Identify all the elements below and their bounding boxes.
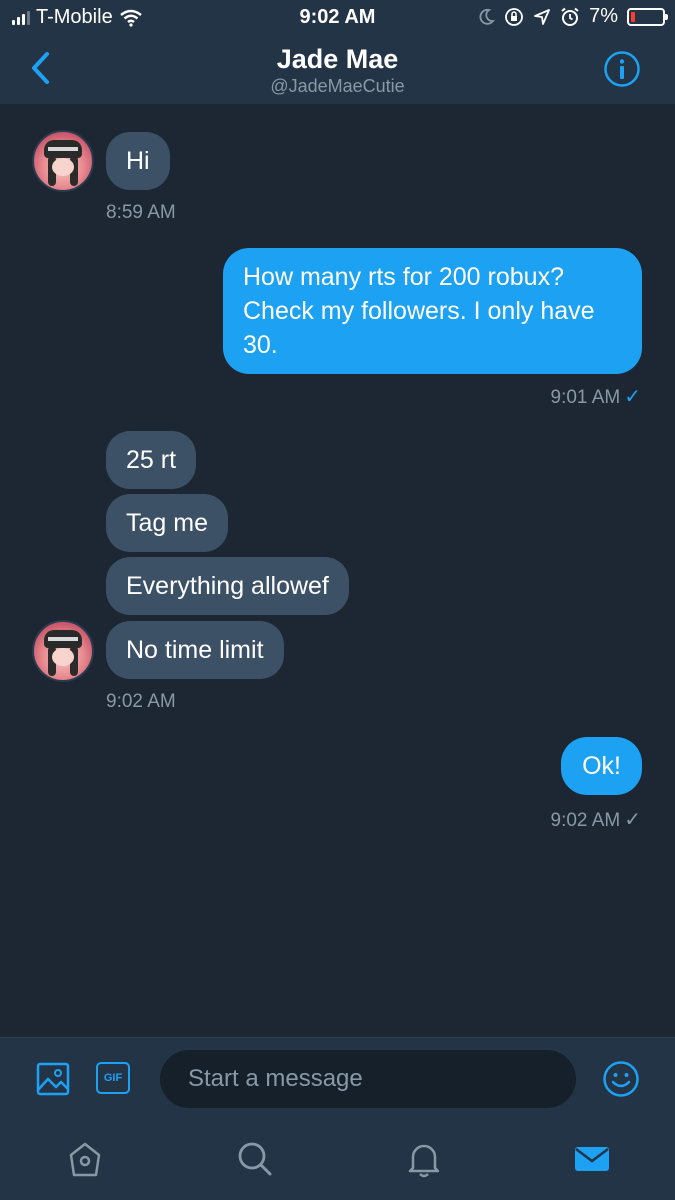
message-timestamp: 9:01 AM <box>550 387 621 408</box>
outgoing-message[interactable]: Ok! <box>561 737 642 795</box>
outgoing-message[interactable]: How many rts for 200 robux? Check my fol… <box>223 248 642 374</box>
message-timestamp: 9:02 AM <box>550 810 621 831</box>
message-timestamp-row: 9:02 AM ✓ <box>551 807 641 832</box>
status-bar: T-Mobile 9:02 AM 7% <box>0 0 675 34</box>
battery-icon <box>627 7 668 26</box>
message-timestamp-row: 9:01 AM ✓ <box>551 384 641 409</box>
top-bar: T-Mobile 9:02 AM 7% Jade Mae @JadeMaeCut… <box>0 0 675 104</box>
tab-bar <box>0 1121 675 1200</box>
status-right: 7% <box>477 5 668 28</box>
alarm-icon <box>561 7 579 26</box>
incoming-message[interactable]: 25 rt <box>106 431 197 489</box>
message-timestamp: 8:59 AM <box>106 202 176 223</box>
messages-icon[interactable] <box>572 1139 612 1179</box>
incoming-message[interactable]: Tag me <box>106 494 228 552</box>
info-icon[interactable] <box>603 50 641 88</box>
home-icon[interactable] <box>65 1139 105 1179</box>
moon-icon <box>479 8 496 25</box>
location-icon <box>534 8 550 25</box>
search-icon[interactable] <box>235 1139 275 1179</box>
avatar[interactable] <box>32 130 94 192</box>
notifications-icon[interactable] <box>404 1139 444 1179</box>
emoji-icon[interactable] <box>602 1060 640 1098</box>
read-receipt-icon: ✓ <box>624 386 641 408</box>
rotation-lock-icon <box>505 7 523 26</box>
conversation-title: Jade Mae <box>276 44 399 74</box>
message-input[interactable] <box>160 1050 576 1108</box>
incoming-message[interactable]: No time limit <box>106 621 284 679</box>
incoming-message[interactable]: Everything allowef <box>106 557 349 615</box>
avatar[interactable] <box>32 620 94 682</box>
incoming-message[interactable]: Hi <box>106 132 170 190</box>
conversation-handle: @JadeMaeCutie <box>270 76 405 96</box>
sent-receipt-icon: ✓ <box>624 809 641 831</box>
gif-button[interactable]: GIF <box>96 1062 130 1094</box>
battery-percent: 7% <box>589 5 618 27</box>
message-composer: GIF <box>0 1037 675 1121</box>
image-icon[interactable] <box>36 1062 70 1096</box>
message-timestamp: 9:02 AM <box>106 691 176 712</box>
